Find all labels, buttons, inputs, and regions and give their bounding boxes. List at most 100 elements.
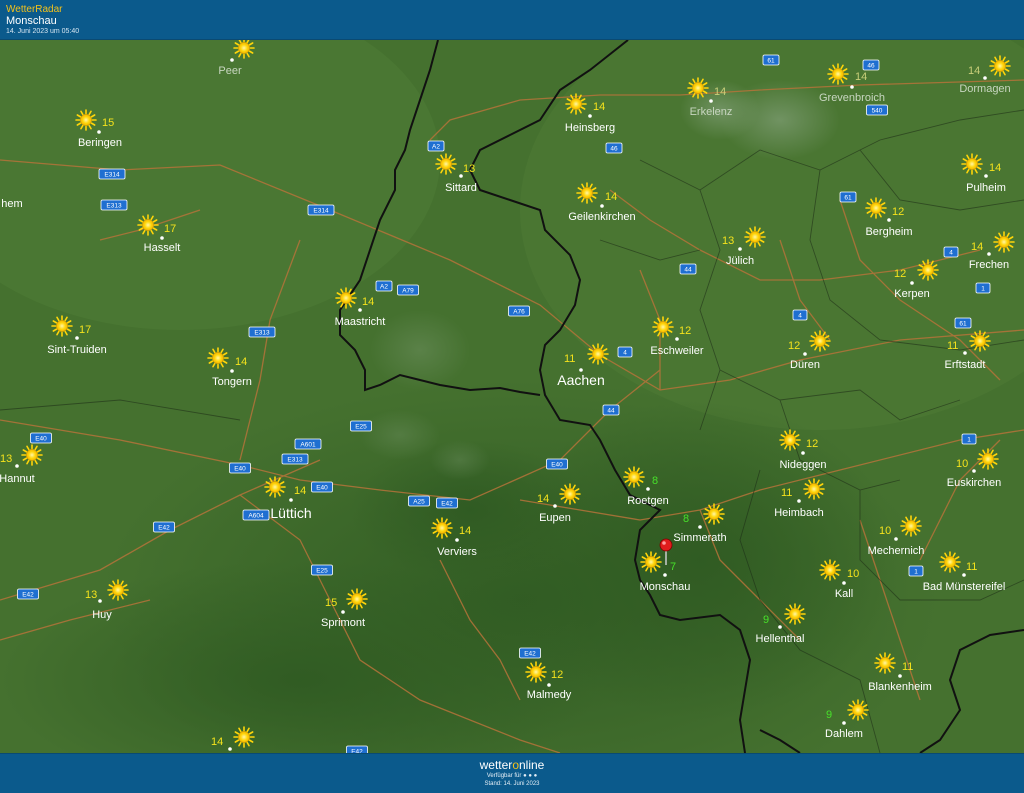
road-number: 1 bbox=[981, 285, 985, 292]
road-number: E313 bbox=[106, 202, 122, 209]
road-shield-1: 1 bbox=[961, 433, 977, 445]
city-dot bbox=[289, 498, 293, 502]
road-number: 540 bbox=[872, 107, 883, 114]
city-temperature: 14 bbox=[362, 296, 374, 308]
city-dot bbox=[962, 573, 966, 577]
road-number: 61 bbox=[959, 320, 967, 327]
city-name: Euskirchen bbox=[947, 477, 1001, 489]
city-dot bbox=[230, 58, 234, 62]
city-temperature: 14 bbox=[714, 86, 726, 98]
city-temperature: 11 bbox=[947, 340, 958, 352]
city-dot bbox=[910, 281, 914, 285]
city-temperature: 17 bbox=[79, 324, 91, 336]
city-temperature: 12 bbox=[551, 669, 563, 681]
city-temperature: 10 bbox=[879, 525, 891, 537]
road-number: 4 bbox=[623, 349, 627, 356]
city-name: Monschau bbox=[640, 581, 691, 593]
road-shield-e42: E42 bbox=[346, 745, 368, 753]
city-dot bbox=[797, 499, 801, 503]
road-number: E42 bbox=[22, 591, 34, 598]
city-name: Pulheim bbox=[966, 182, 1006, 194]
city-name: Geilenkirchen bbox=[568, 211, 635, 223]
city-name: Kerpen bbox=[894, 288, 929, 300]
city-name: Eupen bbox=[539, 512, 571, 524]
city-dot bbox=[778, 625, 782, 629]
road-number: E40 bbox=[234, 465, 246, 472]
city-dot bbox=[553, 504, 557, 508]
city-name: Dahlem bbox=[825, 728, 863, 740]
city-dot bbox=[983, 76, 987, 80]
city-name: Heimbach bbox=[774, 507, 824, 519]
city-dot bbox=[15, 464, 19, 468]
road-number: 4 bbox=[798, 312, 802, 319]
city-dot bbox=[898, 674, 902, 678]
city-name: Frechen bbox=[969, 259, 1009, 271]
city-name: Roetgen bbox=[627, 495, 669, 507]
city-name: Verviers bbox=[437, 546, 477, 558]
road-shield-e313: E313 bbox=[281, 453, 309, 465]
city-hem[interactable]: hem bbox=[1, 198, 22, 210]
road-shield-e25: E25 bbox=[311, 564, 333, 576]
road-shield-46: 46 bbox=[605, 142, 623, 154]
city-temperature: 12 bbox=[894, 268, 906, 280]
road-shield-61: 61 bbox=[954, 317, 972, 329]
city-name: Sittard bbox=[445, 182, 477, 194]
app-brand: WetterRadar bbox=[6, 4, 63, 15]
city-dot bbox=[230, 369, 234, 373]
city-temperature: 12 bbox=[892, 206, 904, 218]
city-temperature: 12 bbox=[806, 438, 818, 450]
city-temperature: 17 bbox=[164, 223, 176, 235]
city-temperature: 14 bbox=[211, 736, 223, 748]
windows-icon: ● bbox=[533, 773, 538, 779]
city-temperature: 9 bbox=[763, 614, 769, 626]
road-number: E42 bbox=[158, 524, 170, 531]
apple-icon: ● bbox=[523, 773, 527, 779]
road-number: A2 bbox=[380, 283, 388, 290]
city-dot bbox=[97, 130, 101, 134]
road-shield-4: 4 bbox=[792, 309, 808, 321]
city-dot bbox=[663, 573, 667, 577]
city-dot bbox=[600, 204, 604, 208]
city-temperature: 11 bbox=[902, 661, 913, 673]
city-temperature: 10 bbox=[956, 458, 968, 470]
weather-map[interactable]: 61 46 540 A2 46 E314 E313 E314 61 4 A2 A79 A76 4 44 1 4 6… bbox=[0, 40, 1024, 753]
road-number: A2 bbox=[432, 143, 440, 150]
app-header: WetterRadar Monschau 14. Juni 2023 um 05… bbox=[0, 0, 1024, 40]
road-number: 44 bbox=[684, 266, 692, 273]
city-name: Simmerath bbox=[673, 532, 726, 544]
road-number: E40 bbox=[316, 484, 328, 491]
road-number: A25 bbox=[413, 498, 425, 505]
city-dot bbox=[341, 610, 345, 614]
road-shield-a601: A601 bbox=[294, 438, 322, 450]
city-dot bbox=[803, 352, 807, 356]
road-shield-e314: E314 bbox=[307, 204, 335, 216]
city-name: Bergheim bbox=[865, 226, 912, 238]
city-name: Maastricht bbox=[335, 316, 386, 328]
city-dot bbox=[675, 337, 679, 341]
city-name: Düren bbox=[790, 359, 820, 371]
road-shield-e40: E40 bbox=[30, 432, 52, 444]
city-name: Beringen bbox=[78, 137, 122, 149]
road-number: 46 bbox=[610, 145, 618, 152]
city-dot bbox=[698, 525, 702, 529]
city-name: Erftstadt bbox=[945, 359, 986, 371]
city-name: Lüttich bbox=[270, 505, 311, 521]
city-dot bbox=[455, 538, 459, 542]
city-name: Erkelenz bbox=[690, 106, 733, 118]
city-temperature: 11 bbox=[564, 353, 575, 365]
data-stand: Stand: 14. Juni 2023 bbox=[484, 781, 540, 787]
city-temperature: 15 bbox=[325, 597, 337, 609]
road-number: 4 bbox=[949, 249, 953, 256]
road-number: 1 bbox=[914, 568, 918, 575]
wetteronline-logo[interactable]: wetteronline bbox=[0, 758, 1024, 772]
city-temperature: 13 bbox=[463, 163, 475, 175]
city-name: Hasselt bbox=[144, 242, 181, 254]
city-name: Mechernich bbox=[868, 545, 925, 557]
road-shield-540: 540 bbox=[866, 104, 888, 116]
city-temperature: 14 bbox=[855, 71, 867, 83]
city-dot bbox=[801, 451, 805, 455]
road-shield-e40: E40 bbox=[311, 481, 333, 493]
city-temperature: 8 bbox=[683, 513, 689, 525]
city-temperature: 14 bbox=[605, 191, 617, 203]
road-shield-44: 44 bbox=[679, 263, 697, 275]
